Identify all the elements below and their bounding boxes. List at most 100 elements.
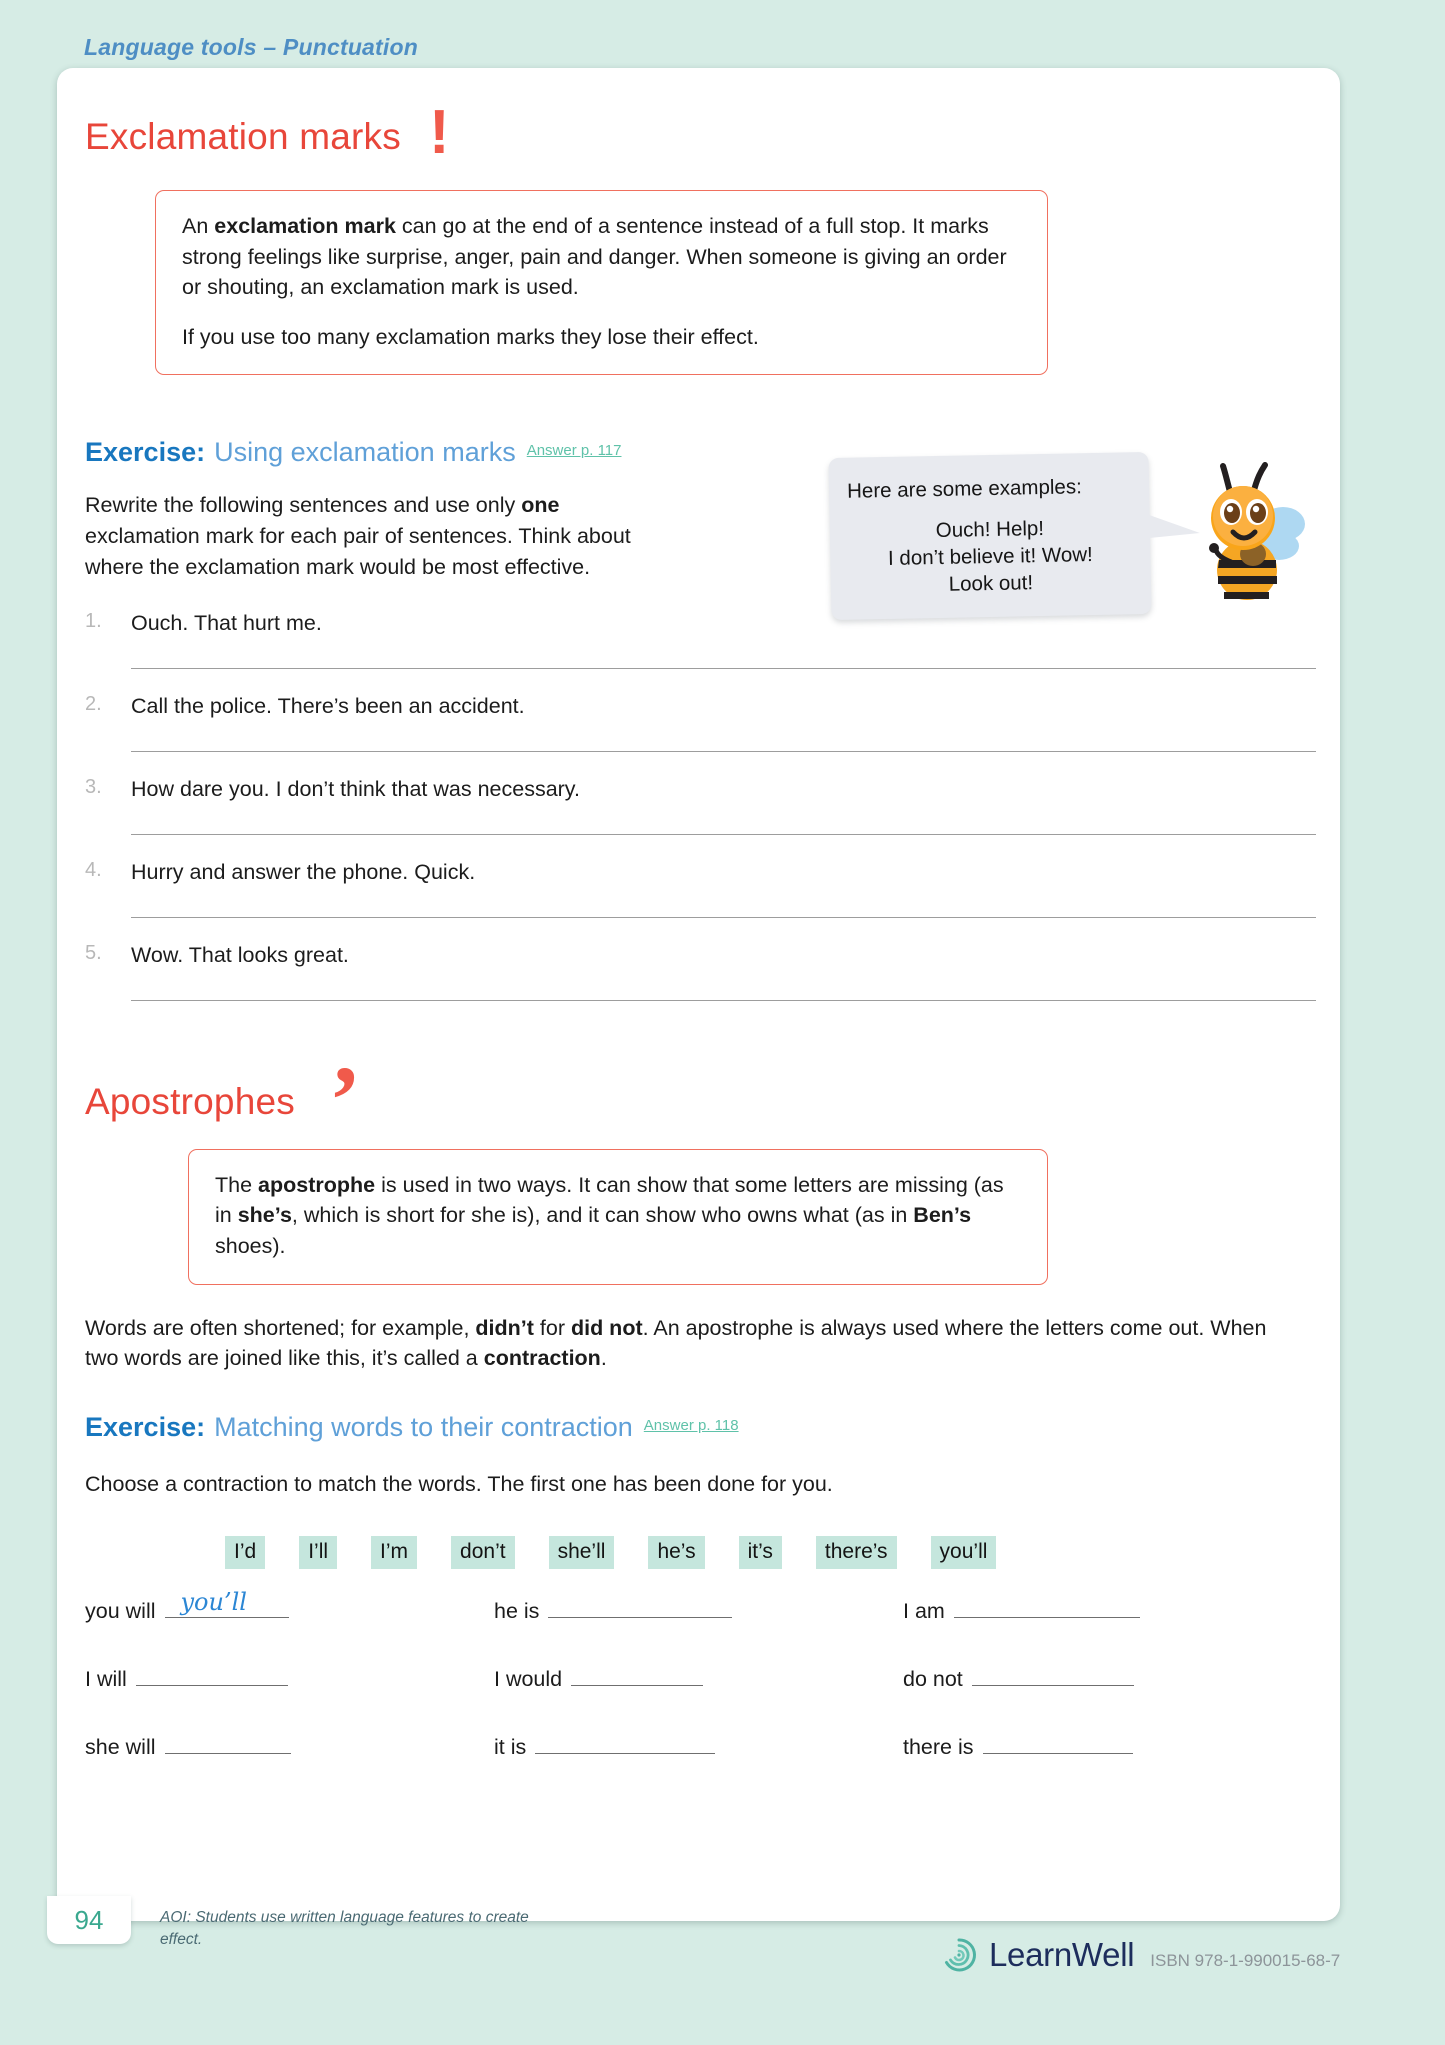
text-run-bold: exclamation mark — [214, 214, 396, 238]
matching-row: he is — [494, 1599, 903, 1627]
question-item: 3. How dare you. I don’t think that was … — [85, 776, 1316, 836]
text-run: The — [215, 1172, 259, 1197]
question-text: Wow. That looks great. — [131, 943, 349, 968]
matching-prompt: he is — [494, 1598, 540, 1623]
contraction-chip[interactable]: he’s — [648, 1535, 705, 1569]
question-number: 4. — [85, 859, 102, 882]
definition-paragraph-1: The apostrophe is used in two ways. It c… — [215, 1170, 1021, 1262]
answer-writing-line[interactable] — [131, 751, 1316, 753]
running-head: Language tools – Punctuation — [84, 34, 419, 60]
matching-exercise-grid: you will you’ll I will she will he is I … — [85, 1588, 1313, 1803]
contraction-chip[interactable]: there’s — [815, 1535, 897, 1569]
contraction-chip[interactable]: don’t — [451, 1535, 515, 1569]
definition-box-apostrophe: The apostrophe is used in two ways. It c… — [188, 1148, 1048, 1285]
brand-name: LearnWell — [989, 1936, 1135, 1973]
page-number: 94 — [74, 1905, 104, 1935]
text-run: Words are often shortened; for example, — [85, 1315, 476, 1340]
question-list: 1. Ouch. That hurt me. 2. Call the polic… — [85, 610, 1316, 1001]
text-run: Rewrite the following sentences and use … — [85, 493, 522, 518]
question-number: 1. — [85, 610, 102, 633]
question-text: Hurry and answer the phone. Quick. — [131, 860, 476, 885]
matching-prompt: you will — [85, 1598, 156, 1623]
apostrophe-icon: ’ — [328, 1045, 361, 1153]
section-title: Exclamation marks — [85, 116, 401, 157]
text-run: Choose a contraction to match the words.… — [85, 1471, 833, 1496]
text-run: shoes). — [215, 1233, 286, 1258]
example-speech-bubble: Here are some examples: Ouch! Help! I do… — [828, 451, 1202, 621]
text-run: . — [600, 1346, 607, 1371]
text-run-bold: contraction — [483, 1346, 601, 1371]
question-number: 3. — [85, 776, 102, 799]
question-item: 2. Call the police. There’s been an acci… — [85, 693, 1316, 753]
matching-row: it is — [494, 1735, 903, 1763]
matching-row: I will — [85, 1667, 494, 1695]
matching-answer-blank[interactable] — [971, 1667, 1134, 1686]
matching-row: I am — [903, 1599, 1312, 1627]
answer-writing-line[interactable] — [131, 668, 1316, 670]
answer-writing-line[interactable] — [131, 917, 1316, 919]
publisher-brand: LearnWell ISBN 978-1-990015-68-7 — [940, 1936, 1340, 1974]
learnwell-spiral-logo-icon — [945, 1938, 976, 1972]
matching-answer-blank[interactable] — [982, 1735, 1133, 1754]
text-run: for — [533, 1315, 571, 1340]
matching-column: I am do not there is — [903, 1599, 1312, 1803]
text-run: If you use too many exclamation marks th… — [182, 324, 759, 349]
contraction-chip[interactable]: I’d — [225, 1535, 266, 1569]
exercise-label: Exercise: — [85, 1411, 206, 1442]
definition-paragraph-1: An exclamation mark can go at the end of… — [182, 211, 1021, 303]
matching-row: you will you’ll — [85, 1588, 494, 1627]
matching-row: do not — [903, 1667, 1312, 1695]
matching-prompt: there is — [903, 1734, 974, 1759]
page-number-tab: 94 — [47, 1896, 131, 1944]
matching-answer-filled: you’ll — [180, 1587, 247, 1616]
question-number: 2. — [85, 693, 102, 716]
question-item: 1. Ouch. That hurt me. — [85, 610, 1316, 670]
question-text: Call the police. There’s been an acciden… — [131, 694, 525, 719]
answer-page-link[interactable]: Answer p. 118 — [644, 1417, 739, 1434]
section-heading-apostrophes: Apostrophes ’ — [85, 1052, 1313, 1147]
contraction-chip[interactable]: she’ll — [548, 1535, 615, 1569]
text-run-bold: didn’t — [475, 1315, 534, 1340]
isbn-text: ISBN 978-1-990015-68-7 — [1150, 1951, 1341, 1970]
text-run: exclamation mark for each pair of senten… — [85, 523, 631, 579]
matching-answer-blank[interactable] — [548, 1599, 733, 1618]
worksheet-sheet: Exclamation marks ! An exclamation mark … — [57, 68, 1340, 1921]
section-heading-exclamation: Exclamation marks ! — [85, 98, 1313, 167]
matching-answer-blank[interactable] — [164, 1735, 291, 1754]
matching-prompt: I am — [903, 1598, 945, 1623]
matching-answer-blank[interactable] — [135, 1667, 288, 1686]
exercise-label: Exercise: — [85, 437, 206, 468]
apostrophe-paragraph: Words are often shortened; for example, … — [85, 1313, 1295, 1374]
answer-writing-line[interactable] — [131, 834, 1316, 836]
matching-answer-blank[interactable] — [571, 1667, 704, 1686]
exercise-title: Using exclamation marks — [214, 437, 516, 468]
matching-column: he is I would it is — [494, 1599, 903, 1803]
exercise-title: Matching words to their contraction — [214, 1411, 633, 1442]
question-text: How dare you. I don’t think that was nec… — [131, 777, 580, 802]
text-run-bold: apostrophe — [258, 1172, 376, 1197]
contraction-chip[interactable]: I’ll — [299, 1535, 338, 1569]
contraction-chip[interactable]: you’ll — [930, 1535, 997, 1569]
worksheet-page: Language tools – Punctuation Exclamation… — [0, 0, 1445, 2045]
question-number: 5. — [85, 942, 102, 965]
matching-prompt: I would — [494, 1666, 563, 1691]
matching-prompt: do not — [903, 1666, 963, 1691]
question-item: 5. Wow. That looks great. — [85, 942, 1316, 1001]
answer-page-link[interactable]: Answer p. 117 — [527, 442, 622, 459]
question-item: 4. Hurry and answer the phone. Quick. — [85, 859, 1316, 919]
contraction-chip[interactable]: it’s — [738, 1535, 782, 1569]
matching-answer-blank[interactable]: you’ll — [164, 1588, 289, 1618]
definition-paragraph-2: If you use too many exclamation marks th… — [182, 322, 1021, 353]
matching-answer-blank[interactable] — [953, 1599, 1140, 1618]
exclamation-mark-icon: ! — [428, 98, 450, 167]
contraction-chip[interactable]: I’m — [371, 1535, 418, 1569]
text-run-bold: one — [521, 493, 560, 518]
exercise-instruction-1: Rewrite the following sentences and use … — [85, 490, 645, 582]
text-run-bold: did not — [570, 1315, 643, 1340]
speech-bubble-body: Here are some examples: Ouch! Help! I do… — [828, 451, 1202, 621]
matching-answer-blank[interactable] — [535, 1735, 716, 1754]
answer-writing-line[interactable] — [131, 999, 1316, 1001]
bee-mascot-icon — [1209, 462, 1305, 600]
contraction-word-bank: I’d I’ll I’m don’t she’ll he’s it’s ther… — [225, 1535, 1313, 1569]
matching-row: there is — [903, 1735, 1312, 1763]
